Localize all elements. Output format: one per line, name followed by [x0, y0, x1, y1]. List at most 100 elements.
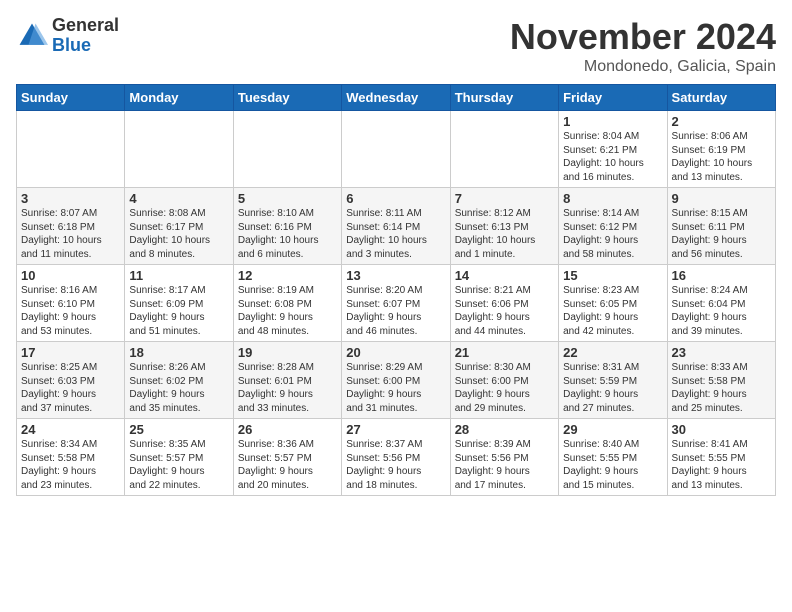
- day-number: 27: [346, 422, 445, 437]
- calendar-cell: 9Sunrise: 8:15 AM Sunset: 6:11 PM Daylig…: [667, 188, 775, 265]
- calendar-cell: [17, 111, 125, 188]
- day-of-week-header: Wednesday: [342, 85, 450, 111]
- day-number: 13: [346, 268, 445, 283]
- calendar-cell: 29Sunrise: 8:40 AM Sunset: 5:55 PM Dayli…: [559, 419, 667, 496]
- day-of-week-header: Tuesday: [233, 85, 341, 111]
- day-info: Sunrise: 8:40 AM Sunset: 5:55 PM Dayligh…: [563, 438, 662, 492]
- day-info: Sunrise: 8:19 AM Sunset: 6:08 PM Dayligh…: [238, 284, 337, 338]
- calendar-cell: 8Sunrise: 8:14 AM Sunset: 6:12 PM Daylig…: [559, 188, 667, 265]
- day-info: Sunrise: 8:41 AM Sunset: 5:55 PM Dayligh…: [672, 438, 771, 492]
- day-number: 15: [563, 268, 662, 283]
- day-number: 19: [238, 345, 337, 360]
- calendar-cell: 3Sunrise: 8:07 AM Sunset: 6:18 PM Daylig…: [17, 188, 125, 265]
- day-number: 18: [129, 345, 228, 360]
- day-number: 20: [346, 345, 445, 360]
- day-info: Sunrise: 8:39 AM Sunset: 5:56 PM Dayligh…: [455, 438, 554, 492]
- logo: General Blue: [16, 16, 119, 56]
- day-number: 5: [238, 191, 337, 206]
- calendar-cell: 26Sunrise: 8:36 AM Sunset: 5:57 PM Dayli…: [233, 419, 341, 496]
- day-number: 2: [672, 114, 771, 129]
- day-number: 29: [563, 422, 662, 437]
- location: Mondonedo, Galicia, Spain: [510, 58, 776, 76]
- day-number: 4: [129, 191, 228, 206]
- calendar-cell: 20Sunrise: 8:29 AM Sunset: 6:00 PM Dayli…: [342, 342, 450, 419]
- day-info: Sunrise: 8:15 AM Sunset: 6:11 PM Dayligh…: [672, 207, 771, 261]
- day-number: 7: [455, 191, 554, 206]
- calendar-cell: [233, 111, 341, 188]
- calendar-cell: 25Sunrise: 8:35 AM Sunset: 5:57 PM Dayli…: [125, 419, 233, 496]
- day-of-week-header: Saturday: [667, 85, 775, 111]
- day-info: Sunrise: 8:14 AM Sunset: 6:12 PM Dayligh…: [563, 207, 662, 261]
- calendar-cell: [342, 111, 450, 188]
- day-number: 28: [455, 422, 554, 437]
- title-block: November 2024 Mondonedo, Galicia, Spain: [510, 16, 776, 76]
- day-info: Sunrise: 8:35 AM Sunset: 5:57 PM Dayligh…: [129, 438, 228, 492]
- day-info: Sunrise: 8:21 AM Sunset: 6:06 PM Dayligh…: [455, 284, 554, 338]
- calendar-cell: 19Sunrise: 8:28 AM Sunset: 6:01 PM Dayli…: [233, 342, 341, 419]
- day-info: Sunrise: 8:31 AM Sunset: 5:59 PM Dayligh…: [563, 361, 662, 415]
- day-number: 22: [563, 345, 662, 360]
- calendar-cell: 23Sunrise: 8:33 AM Sunset: 5:58 PM Dayli…: [667, 342, 775, 419]
- logo-general-text: General: [52, 16, 119, 36]
- calendar-cell: 12Sunrise: 8:19 AM Sunset: 6:08 PM Dayli…: [233, 265, 341, 342]
- day-info: Sunrise: 8:36 AM Sunset: 5:57 PM Dayligh…: [238, 438, 337, 492]
- day-of-week-header: Monday: [125, 85, 233, 111]
- day-info: Sunrise: 8:10 AM Sunset: 6:16 PM Dayligh…: [238, 207, 337, 261]
- calendar-cell: 18Sunrise: 8:26 AM Sunset: 6:02 PM Dayli…: [125, 342, 233, 419]
- day-of-week-header: Friday: [559, 85, 667, 111]
- day-number: 6: [346, 191, 445, 206]
- calendar-cell: 13Sunrise: 8:20 AM Sunset: 6:07 PM Dayli…: [342, 265, 450, 342]
- day-number: 23: [672, 345, 771, 360]
- calendar-week-row: 24Sunrise: 8:34 AM Sunset: 5:58 PM Dayli…: [17, 419, 776, 496]
- days-of-week-row: SundayMondayTuesdayWednesdayThursdayFrid…: [17, 85, 776, 111]
- day-info: Sunrise: 8:23 AM Sunset: 6:05 PM Dayligh…: [563, 284, 662, 338]
- day-number: 10: [21, 268, 120, 283]
- day-info: Sunrise: 8:26 AM Sunset: 6:02 PM Dayligh…: [129, 361, 228, 415]
- day-number: 26: [238, 422, 337, 437]
- calendar-cell: 1Sunrise: 8:04 AM Sunset: 6:21 PM Daylig…: [559, 111, 667, 188]
- day-info: Sunrise: 8:29 AM Sunset: 6:00 PM Dayligh…: [346, 361, 445, 415]
- calendar-cell: 4Sunrise: 8:08 AM Sunset: 6:17 PM Daylig…: [125, 188, 233, 265]
- day-info: Sunrise: 8:12 AM Sunset: 6:13 PM Dayligh…: [455, 207, 554, 261]
- day-info: Sunrise: 8:04 AM Sunset: 6:21 PM Dayligh…: [563, 130, 662, 184]
- calendar-body: 1Sunrise: 8:04 AM Sunset: 6:21 PM Daylig…: [17, 111, 776, 496]
- day-info: Sunrise: 8:28 AM Sunset: 6:01 PM Dayligh…: [238, 361, 337, 415]
- day-info: Sunrise: 8:24 AM Sunset: 6:04 PM Dayligh…: [672, 284, 771, 338]
- day-of-week-header: Sunday: [17, 85, 125, 111]
- calendar-cell: 15Sunrise: 8:23 AM Sunset: 6:05 PM Dayli…: [559, 265, 667, 342]
- day-info: Sunrise: 8:34 AM Sunset: 5:58 PM Dayligh…: [21, 438, 120, 492]
- day-number: 30: [672, 422, 771, 437]
- calendar-cell: [125, 111, 233, 188]
- day-info: Sunrise: 8:37 AM Sunset: 5:56 PM Dayligh…: [346, 438, 445, 492]
- month-title: November 2024: [510, 16, 776, 58]
- day-number: 24: [21, 422, 120, 437]
- calendar-cell: 30Sunrise: 8:41 AM Sunset: 5:55 PM Dayli…: [667, 419, 775, 496]
- calendar-cell: 6Sunrise: 8:11 AM Sunset: 6:14 PM Daylig…: [342, 188, 450, 265]
- day-number: 1: [563, 114, 662, 129]
- calendar-cell: 21Sunrise: 8:30 AM Sunset: 6:00 PM Dayli…: [450, 342, 558, 419]
- logo-blue-text: Blue: [52, 36, 119, 56]
- logo-icon: [16, 20, 48, 52]
- day-info: Sunrise: 8:33 AM Sunset: 5:58 PM Dayligh…: [672, 361, 771, 415]
- day-info: Sunrise: 8:25 AM Sunset: 6:03 PM Dayligh…: [21, 361, 120, 415]
- calendar-cell: 10Sunrise: 8:16 AM Sunset: 6:10 PM Dayli…: [17, 265, 125, 342]
- calendar-cell: [450, 111, 558, 188]
- page-header: General Blue November 2024 Mondonedo, Ga…: [16, 16, 776, 76]
- calendar-table: SundayMondayTuesdayWednesdayThursdayFrid…: [16, 84, 776, 496]
- day-info: Sunrise: 8:06 AM Sunset: 6:19 PM Dayligh…: [672, 130, 771, 184]
- day-info: Sunrise: 8:30 AM Sunset: 6:00 PM Dayligh…: [455, 361, 554, 415]
- day-info: Sunrise: 8:16 AM Sunset: 6:10 PM Dayligh…: [21, 284, 120, 338]
- day-number: 9: [672, 191, 771, 206]
- day-number: 25: [129, 422, 228, 437]
- day-number: 8: [563, 191, 662, 206]
- day-number: 11: [129, 268, 228, 283]
- day-number: 17: [21, 345, 120, 360]
- day-info: Sunrise: 8:17 AM Sunset: 6:09 PM Dayligh…: [129, 284, 228, 338]
- day-info: Sunrise: 8:07 AM Sunset: 6:18 PM Dayligh…: [21, 207, 120, 261]
- calendar-cell: 17Sunrise: 8:25 AM Sunset: 6:03 PM Dayli…: [17, 342, 125, 419]
- calendar-cell: 27Sunrise: 8:37 AM Sunset: 5:56 PM Dayli…: [342, 419, 450, 496]
- day-info: Sunrise: 8:08 AM Sunset: 6:17 PM Dayligh…: [129, 207, 228, 261]
- day-number: 14: [455, 268, 554, 283]
- calendar-cell: 22Sunrise: 8:31 AM Sunset: 5:59 PM Dayli…: [559, 342, 667, 419]
- calendar-cell: 24Sunrise: 8:34 AM Sunset: 5:58 PM Dayli…: [17, 419, 125, 496]
